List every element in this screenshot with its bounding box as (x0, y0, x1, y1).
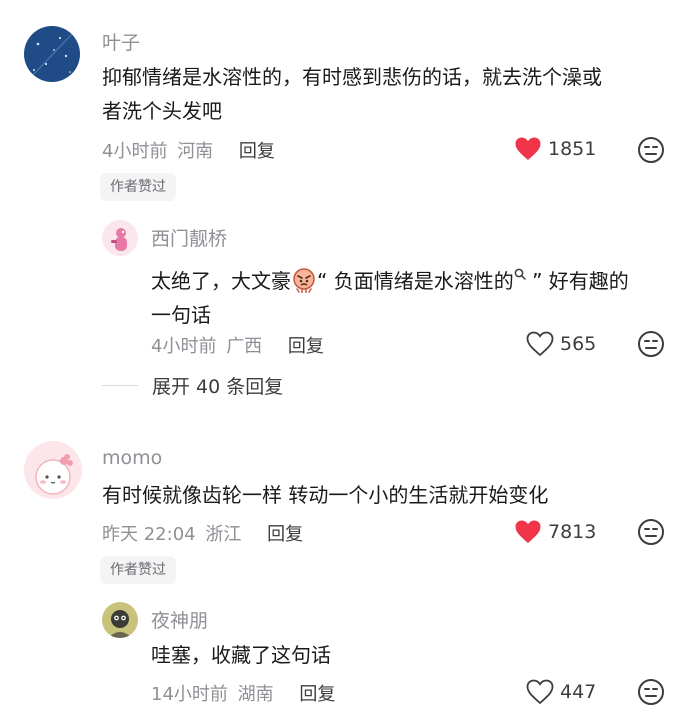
comment-list: 叶子 抑郁情绪是水溶性的，有时感到悲伤的话，就去洗个澡或 者洗个头发吧 4小时前… (0, 0, 690, 726)
comment-location: 浙江 (205, 524, 242, 545)
comment-text-line: 者洗个头发吧 (102, 99, 222, 123)
avatar[interactable] (24, 26, 80, 82)
reply-text: 太绝了，大文豪 “ 负面情绪是水溶性的 ” 好有趣的 一句话 (151, 256, 629, 332)
neutral-face-icon (638, 137, 664, 163)
avatar[interactable] (102, 602, 138, 638)
like-count: 565 (560, 333, 597, 355)
username[interactable]: 西门靓桥 (151, 224, 227, 251)
like-count: 1851 (548, 138, 597, 160)
comment-location: 河南 (177, 141, 214, 162)
comment-text: 抑郁情绪是水溶性的，有时感到悲伤的话，就去洗个澡或 者洗个头发吧 (102, 60, 602, 128)
reply-text-segment: 太绝了，大文豪 (151, 269, 291, 293)
reply-text-line: 一句话 (151, 303, 211, 327)
like-button[interactable]: 1851 (514, 136, 596, 162)
reply-location: 广西 (226, 336, 263, 357)
like-count: 447 (560, 681, 597, 703)
expand-replies-button[interactable]: 展开 40 条回复 (102, 372, 283, 399)
author-liked-badge: 作者赞过 (100, 556, 176, 584)
neutral-face-icon (638, 519, 664, 545)
search-icon[interactable] (514, 256, 526, 280)
reply-button[interactable]: 回复 (267, 524, 303, 545)
highlighted-keyword[interactable]: “ 负面情绪是水溶性的 (317, 269, 514, 293)
username[interactable]: momo (102, 447, 162, 469)
heart-icon (526, 679, 554, 705)
comment-meta: 4小时前 河南 回复 (102, 137, 275, 163)
comment-time: 4小时前 (102, 141, 168, 162)
reply-button[interactable]: 回复 (239, 141, 275, 162)
divider (102, 385, 138, 386)
like-button[interactable]: 447 (526, 679, 596, 705)
comment-text-line: 有时候就像齿轮一样 转动一个小的生活就开始变化 (102, 483, 549, 507)
comment-meta: 昨天 22:04 浙江 回复 (102, 520, 303, 546)
reply-time: 14小时前 (151, 684, 228, 705)
reply-text: 哇塞，收藏了这句话 (151, 638, 331, 672)
angry-octopus-emoji-icon (291, 267, 317, 294)
like-button[interactable]: 7813 (514, 519, 596, 545)
like-count: 7813 (548, 521, 597, 543)
reply-meta: 4小时前 广西 回复 (151, 332, 324, 358)
reply-meta: 14小时前 湖南 回复 (151, 680, 335, 706)
expand-replies-label: 展开 40 条回复 (152, 376, 284, 398)
heart-icon (514, 136, 542, 162)
like-button[interactable]: 565 (526, 331, 596, 357)
dislike-button[interactable] (637, 518, 665, 546)
username[interactable]: 夜神朋 (151, 606, 208, 633)
reply-text-segment: ” 好有趣的 (525, 269, 629, 293)
heart-icon (526, 331, 554, 357)
dislike-button[interactable] (637, 136, 665, 164)
comment-text-line: 抑郁情绪是水溶性的，有时感到悲伤的话，就去洗个澡或 (102, 65, 602, 89)
avatar[interactable] (102, 220, 138, 256)
reply-button[interactable]: 回复 (299, 684, 335, 705)
reply-text-line: 哇塞，收藏了这句话 (151, 643, 331, 667)
dislike-button[interactable] (637, 330, 665, 358)
comment-text: 有时候就像齿轮一样 转动一个小的生活就开始变化 (102, 478, 548, 512)
dislike-button[interactable] (637, 678, 665, 706)
reply-location: 湖南 (237, 684, 274, 705)
reply-time: 4小时前 (151, 336, 217, 357)
neutral-face-icon (638, 679, 664, 705)
comment-time: 昨天 22:04 (102, 524, 196, 545)
avatar[interactable] (24, 441, 82, 499)
author-liked-badge: 作者赞过 (100, 173, 176, 201)
reply-button[interactable]: 回复 (288, 336, 324, 357)
neutral-face-icon (638, 331, 664, 357)
heart-icon (514, 519, 542, 545)
username[interactable]: 叶子 (102, 28, 140, 55)
